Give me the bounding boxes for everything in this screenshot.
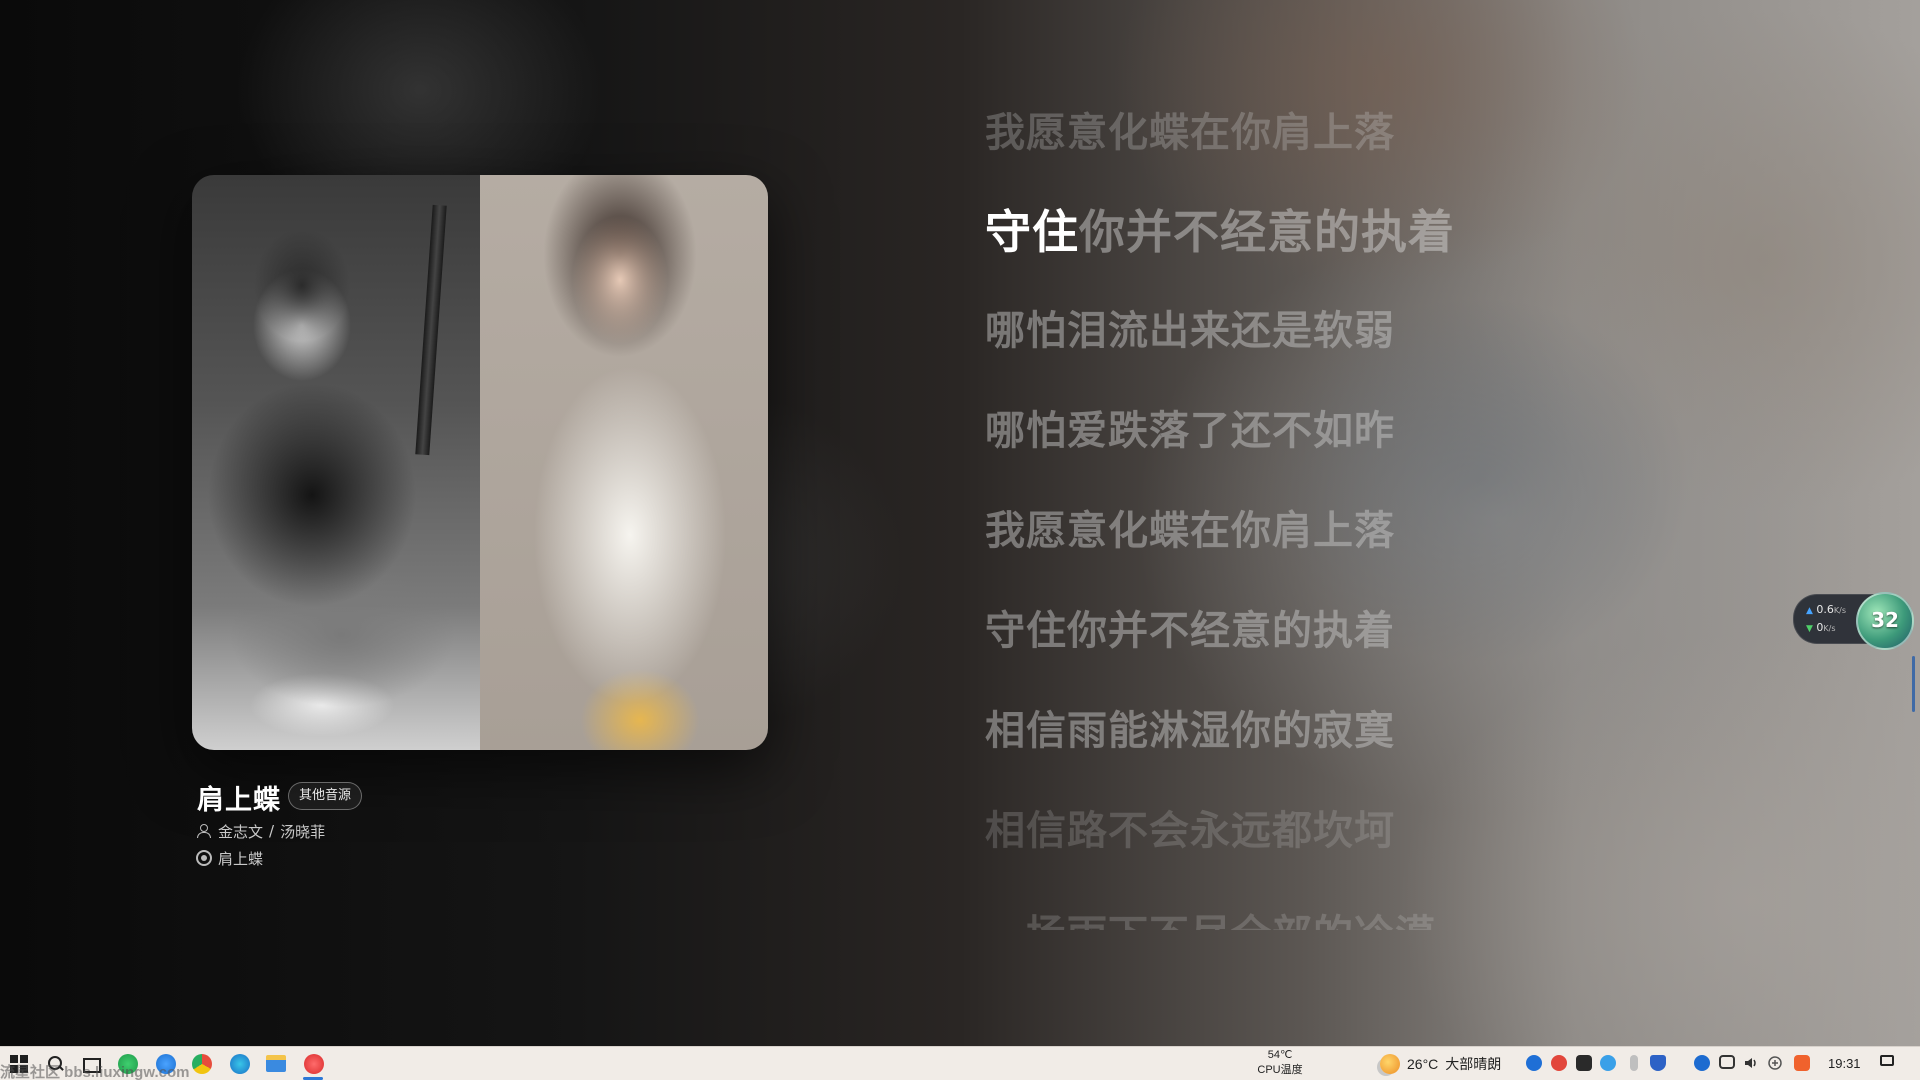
shield-icon[interactable]: [1650, 1055, 1666, 1071]
volume-icon[interactable]: [1743, 1055, 1759, 1071]
clock[interactable]: 19:31: [1828, 1047, 1861, 1080]
lyric-line[interactable]: 一场雨下不尽全部的冷漠: [985, 902, 1436, 930]
lyric-line[interactable]: 我愿意化蝶在你肩上落: [985, 498, 1395, 556]
usb-icon[interactable]: [1630, 1055, 1638, 1071]
lyric-sung-part: 守住: [985, 205, 1079, 259]
chrome-browser-icon[interactable]: [192, 1054, 212, 1074]
album-link[interactable]: 肩上蝶: [218, 848, 263, 869]
other-sources-button[interactable]: 其他音源: [288, 782, 363, 810]
sogou-ime-icon[interactable]: [1794, 1055, 1810, 1071]
lyric-line[interactable]: 守住你并不经意的执着: [985, 598, 1395, 656]
weather-desc: 大部晴朗: [1445, 1056, 1502, 1072]
download-speed-unit: K/s: [1823, 624, 1836, 633]
sun-cloud-icon: [1380, 1054, 1400, 1074]
weather-temp: 26°C: [1407, 1056, 1439, 1072]
taskbar: 流星社区 bbs.liuxingw.com 54℃ CPU温度 26°C 大部晴…: [0, 1046, 1920, 1080]
lyric-line[interactable]: 相信雨能淋湿你的寂寞: [985, 698, 1395, 756]
tray-app-icon-dark[interactable]: [1576, 1055, 1592, 1071]
artist-separator: /: [269, 822, 275, 840]
side-scroll-indicator: [1912, 656, 1915, 712]
input-method-icon[interactable]: [1767, 1055, 1783, 1071]
lyric-line[interactable]: 我愿意化蝶在你肩上落: [985, 100, 1395, 158]
upload-speed-unit: K/s: [1833, 606, 1847, 615]
album-row: 肩上蝶: [196, 848, 263, 868]
tray-app-icon-cyan[interactable]: [1600, 1055, 1616, 1071]
lyric-line[interactable]: 相信路不会永远都坎坷: [985, 798, 1395, 856]
cover-photo-male-singer: [192, 175, 480, 750]
artist-link-2[interactable]: 汤晓菲: [280, 821, 325, 842]
disc-icon: [196, 850, 212, 866]
upload-arrow-icon: ▲: [1806, 606, 1813, 616]
lyrics-panel[interactable]: 我愿意化蝶在你肩上落 守住你并不经意的执着 哪怕泪流出来还是软弱 哪怕爱跌落了还…: [985, 100, 1725, 930]
edge-browser-icon[interactable]: [230, 1054, 250, 1074]
user-icon: [196, 823, 212, 839]
netease-music-icon[interactable]: [304, 1054, 324, 1074]
download-arrow-icon: ▼: [1806, 624, 1813, 634]
cpu-temp-widget[interactable]: 54℃ CPU温度: [1250, 1048, 1310, 1078]
cpu-temp-value: 54℃: [1267, 1049, 1293, 1061]
tray-app-icon-red[interactable]: [1551, 1055, 1567, 1071]
upload-speed-value: 0.6: [1816, 603, 1834, 616]
memory-usage-ball[interactable]: 32: [1856, 592, 1914, 650]
watermark-text: 流星社区 bbs.liuxingw.com: [0, 1064, 190, 1080]
artist-link-1[interactable]: 金志文: [218, 821, 263, 842]
lyric-line[interactable]: 哪怕爱跌落了还不如昨: [985, 398, 1395, 456]
notification-icon[interactable]: [1879, 1054, 1897, 1070]
tray-app-icon-blue[interactable]: [1526, 1055, 1542, 1071]
cover-photo-female-singer: [480, 175, 768, 750]
album-cover[interactable]: [192, 175, 768, 750]
upload-speed: ▲ 0.6K/s: [1806, 603, 1846, 616]
cpu-temp-label: CPU温度: [1257, 1064, 1303, 1076]
download-speed: ▼ 0K/s: [1806, 621, 1836, 634]
lyric-line-current[interactable]: 守住你并不经意的执着: [985, 196, 1455, 262]
tray-app-icon-blue-2[interactable]: [1694, 1055, 1710, 1071]
artist-row: 金志文 / 汤晓菲: [196, 821, 325, 841]
network-icon[interactable]: [1719, 1055, 1735, 1069]
file-explorer-icon[interactable]: [266, 1055, 286, 1072]
weather-widget[interactable]: 26°C 大部晴朗: [1380, 1047, 1501, 1080]
song-title: 肩上蝶: [197, 785, 281, 816]
lyric-unsung-part: 你并不经意的执着: [1079, 205, 1455, 259]
lyric-line[interactable]: 哪怕泪流出来还是软弱: [985, 298, 1395, 356]
guitar-neck: [415, 204, 447, 456]
